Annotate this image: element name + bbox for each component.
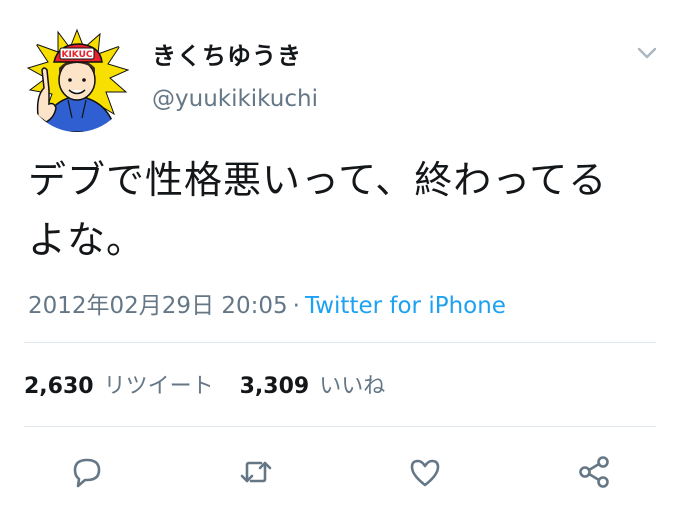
reply-icon (73, 458, 101, 488)
share-icon (579, 456, 609, 488)
retweet-label: リツイート (103, 374, 214, 399)
retweet-count: 2,630 (24, 374, 94, 399)
tweet-timestamp[interactable]: 2012年02月29日 20:05 (28, 293, 288, 319)
tweet-stats: 2,630 リツイート 3,309 いいね (24, 368, 385, 400)
reply-button[interactable] (67, 452, 107, 492)
meta-separator: · (292, 293, 300, 319)
tweet-text: デブで性格悪いって、終わってる よな。 (28, 158, 608, 262)
like-button[interactable] (405, 452, 445, 492)
display-name[interactable]: きくちゆうき (152, 36, 302, 71)
tweet-card: KIKUC きくちゆうき @yuukikikuchi デブで性格悪いって、終わっ… (0, 0, 680, 530)
avatar[interactable]: KIKUC (24, 26, 130, 132)
likes-stat[interactable]: 3,309 いいね (240, 374, 386, 399)
like-label: いいね (319, 374, 386, 399)
retweet-icon (240, 461, 272, 483)
divider (24, 426, 656, 427)
avatar-illustration: KIKUC (24, 26, 130, 132)
tweet-source-link[interactable]: Twitter for iPhone (305, 293, 506, 319)
user-handle[interactable]: @yuukikikuchi (152, 86, 318, 112)
retweet-button[interactable] (236, 452, 276, 492)
divider (24, 342, 656, 343)
heart-icon (410, 459, 440, 487)
retweets-stat[interactable]: 2,630 リツイート (24, 374, 214, 399)
chevron-down-icon[interactable] (634, 40, 660, 66)
like-count: 3,309 (239, 374, 310, 399)
svg-text:KIKUC: KIKUC (61, 50, 92, 60)
tweet-meta: 2012年02月29日 20:05 · Twitter for iPhone (28, 286, 506, 320)
share-button[interactable] (574, 452, 614, 492)
